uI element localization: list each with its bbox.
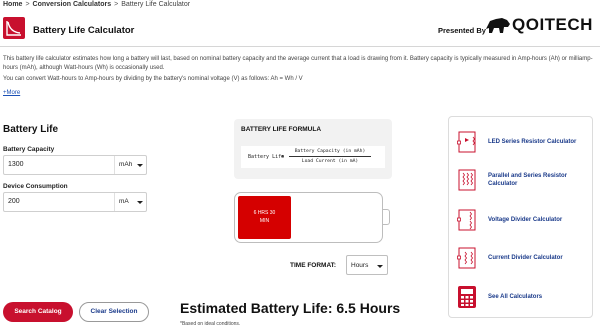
chevron-down-icon	[137, 164, 143, 167]
capacity-field[interactable]: 1300 mAh	[3, 155, 147, 175]
bear-logo-icon	[486, 18, 510, 33]
battery-graphic: 6 HRS 30 MIN	[234, 192, 383, 243]
related-label: Current Divider Calculator	[488, 255, 563, 261]
brand-name: QOITECH	[512, 15, 593, 34]
consumption-input[interactable]: 200	[8, 198, 20, 205]
breadcrumb-current: Battery Life Calculator	[121, 1, 191, 8]
consumption-unit-value: mA	[119, 198, 129, 205]
search-catalog-button[interactable]: Search Catalog	[3, 302, 73, 322]
parallel-series-resistor-icon	[458, 169, 476, 191]
formula-numerator: Battery Capacity (in mAh)	[294, 149, 366, 154]
more-link[interactable]: +More	[3, 90, 20, 96]
led-resistor-circuit-icon	[457, 131, 476, 153]
chevron-down-icon	[137, 201, 143, 204]
calculator-icon	[458, 286, 476, 308]
related-current-divider[interactable]: Current Divider Calculator	[456, 245, 583, 271]
time-format-select[interactable]: Hours	[346, 255, 388, 275]
consumption-label: Device Consumption	[3, 183, 68, 190]
related-see-all-calculators[interactable]: See All Calculators	[456, 284, 583, 310]
battery-fill-text-line1: 6 HRS 30	[253, 210, 276, 216]
related-calculators-panel: LED Series Resistor Calculator Parallel …	[448, 116, 593, 318]
formula-card: BATTERY LIFE FORMULA Battery Life = Batt…	[234, 119, 392, 179]
related-label: Parallel and Series Resistor Calculator	[488, 173, 568, 187]
formula-box: Battery Life = Battery Capacity (in mAh)…	[241, 146, 385, 168]
presented-by-label: Presented By	[438, 26, 486, 35]
current-divider-icon	[457, 247, 476, 269]
related-parallel-series-resistor[interactable]: Parallel and Series Resistor Calculator	[456, 167, 583, 193]
conversion-note: You can convert Watt-hours to Amp-hours …	[3, 76, 303, 82]
chevron-down-icon	[377, 265, 383, 268]
section-title: Battery Life	[3, 124, 59, 135]
header-divider	[0, 46, 600, 47]
capacity-unit-select[interactable]: mAh	[114, 156, 147, 174]
clear-selection-button[interactable]: Clear Selection	[79, 302, 149, 322]
estimated-battery-life: Estimated Battery Life: 6.5 Hours	[180, 300, 401, 316]
capacity-unit-value: mAh	[119, 161, 133, 168]
formula-fraction-line	[289, 156, 371, 157]
battery-fill-text-line2: MIN	[259, 218, 270, 224]
voltage-divider-icon	[457, 209, 476, 231]
breadcrumb-separator: >	[25, 1, 30, 8]
related-label: LED Series Resistor Calculator	[488, 139, 577, 145]
time-format-value: Hours	[351, 262, 369, 269]
capacity-input[interactable]: 1300	[8, 161, 24, 168]
related-label: See All Calculators	[488, 294, 543, 300]
related-led-series-resistor[interactable]: LED Series Resistor Calculator	[456, 129, 583, 155]
formula-title: BATTERY LIFE FORMULA	[241, 126, 322, 133]
related-label: Voltage Divider Calculator	[488, 217, 563, 223]
page-title: Battery Life Calculator	[33, 25, 135, 36]
battery-fill-text: 6 HRS 30 MIN	[238, 209, 291, 225]
breadcrumb-home[interactable]: Home	[3, 1, 22, 8]
formula-lhs: Battery Life	[248, 154, 285, 160]
breadcrumb: Home > Conversion Calculators > Battery Life…	[3, 1, 190, 8]
battery-fill: 6 HRS 30 MIN	[238, 196, 291, 239]
breadcrumb-separator: >	[114, 1, 119, 8]
consumption-field[interactable]: 200 mA	[3, 192, 147, 212]
time-format-label: TIME FORMAT:	[290, 262, 337, 269]
battery-terminal	[383, 209, 390, 225]
related-voltage-divider[interactable]: Voltage Divider Calculator	[456, 207, 583, 233]
formula-equals: =	[281, 154, 285, 160]
breadcrumb-conversion-calculators[interactable]: Conversion Calculators	[33, 1, 112, 8]
formula-denominator: Load Current (in mA)	[301, 159, 359, 164]
description-paragraph: This battery life calculator estimates h…	[3, 56, 593, 71]
consumption-unit-select[interactable]: mA	[114, 193, 147, 211]
result-footnote: *Based on ideal conditions.	[180, 321, 241, 327]
brand-logo[interactable]: QOITECH	[485, 15, 593, 35]
capacity-label: Battery Capacity	[3, 146, 55, 153]
battery-curve-icon	[3, 17, 25, 39]
